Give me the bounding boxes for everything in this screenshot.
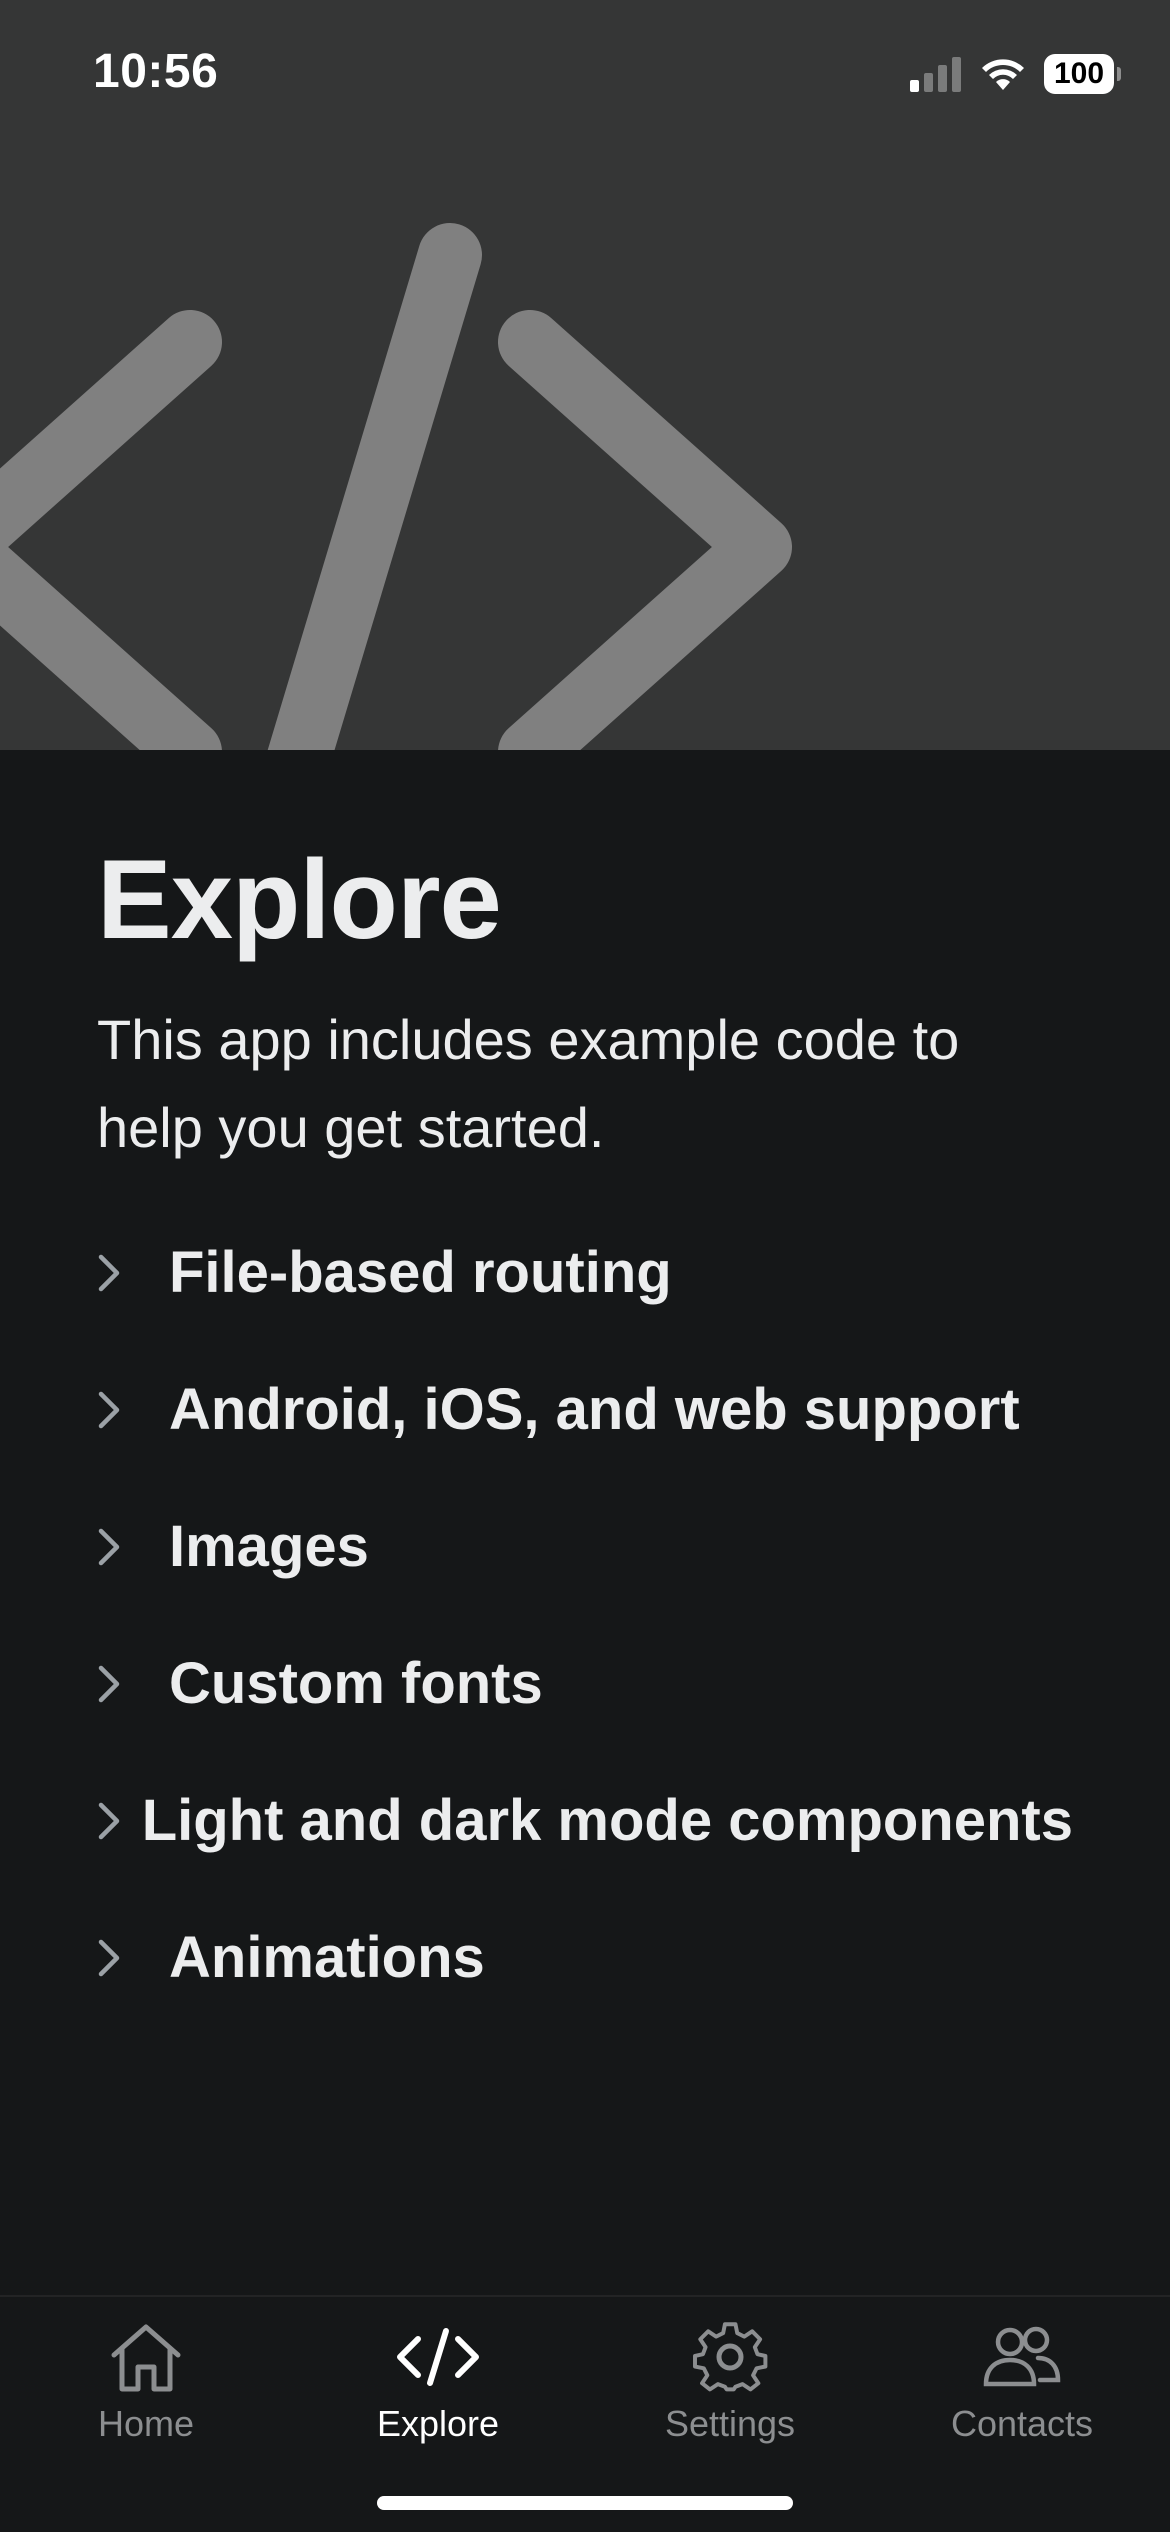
chevron-right-icon — [97, 1380, 169, 1440]
content: Explore This app includes example code t… — [0, 750, 1170, 2026]
people-icon — [980, 2315, 1064, 2399]
tab-settings[interactable]: Settings — [584, 2315, 876, 2465]
tab-home[interactable]: Home — [0, 2315, 292, 2465]
tab-label: Contacts — [950, 2403, 1094, 2444]
parallax-header: 10:56 100 — [0, 0, 1170, 750]
collapsible-label: Custom fonts — [169, 1651, 543, 1716]
tab-explore[interactable]: Explore — [292, 2315, 584, 2465]
status-bar: 10:56 100 — [0, 0, 1170, 150]
collapsible-images[interactable]: Images — [97, 1478, 1073, 1615]
collapsible-custom-fonts[interactable]: Custom fonts — [97, 1615, 1073, 1752]
collapsible-label: File-based routing — [169, 1240, 672, 1305]
collapsible-label: Animations — [169, 1925, 485, 1990]
home-indicator[interactable] — [377, 2496, 793, 2510]
tab-label: Settings — [664, 2403, 796, 2444]
collapsible-label: Images — [169, 1514, 369, 1579]
collapsible-platform-support[interactable]: Android, iOS, and web support — [97, 1341, 1073, 1478]
collapsible-light-dark-mode[interactable]: Light and dark mode components — [97, 1752, 1073, 1889]
collapsible-animations[interactable]: Animations — [97, 1889, 1073, 2026]
cellular-signal-icon — [910, 57, 961, 92]
collapsible-label: Android, iOS, and web support — [169, 1377, 1020, 1442]
wifi-icon — [982, 59, 1024, 90]
chevron-right-icon — [97, 1243, 169, 1303]
tab-label: Explore — [376, 2403, 500, 2444]
code-icon — [396, 2315, 480, 2399]
collapsible-file-based-routing[interactable]: File-based routing — [97, 1204, 1073, 1341]
chevron-right-icon — [97, 1654, 169, 1714]
collapsible-list: File-based routing Android, iOS, and web… — [97, 1204, 1073, 2026]
explore-screen: 10:56 100 Explore This app includes exam… — [0, 0, 1170, 2532]
gear-icon — [688, 2315, 772, 2399]
tab-contacts[interactable]: Contacts — [876, 2315, 1168, 2465]
status-time: 10:56 — [93, 45, 219, 98]
status-icons: 100 — [910, 52, 1121, 96]
house-icon — [104, 2315, 188, 2399]
intro-text: This app includes example code to help y… — [97, 1008, 960, 1159]
chevron-right-icon — [97, 1928, 169, 1988]
chevron-right-icon — [97, 1791, 142, 1851]
collapsible-label: Light and dark mode components — [141, 1788, 1073, 1853]
page-title: Explore — [97, 837, 502, 962]
tab-label: Home — [97, 2403, 195, 2444]
battery-icon: 100 — [1044, 54, 1121, 94]
chevron-right-icon — [97, 1517, 169, 1577]
